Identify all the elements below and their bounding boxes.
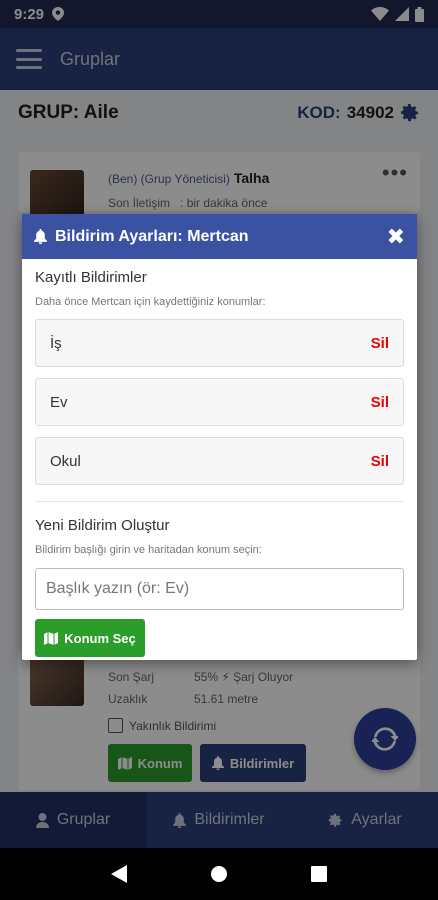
map-icon	[44, 631, 59, 645]
location-name: İş	[50, 334, 62, 352]
saved-location-item[interactable]: Ev Sil	[35, 378, 404, 426]
system-navigation-bar	[0, 848, 438, 900]
divider	[35, 501, 404, 502]
new-notification-subtitle: Bildirim başlığı girin ve haritadan konu…	[35, 544, 262, 556]
new-notification-title: Yeni Bildirim Oluştur	[35, 517, 170, 534]
delete-button[interactable]: Sil	[371, 394, 389, 411]
saved-location-item[interactable]: İş Sil	[35, 319, 404, 367]
dialog-header: Bildirim Ayarları: Mertcan ✖	[22, 214, 417, 259]
saved-notifications-subtitle: Daha önce Mertcan için kaydettiğiniz kon…	[35, 296, 266, 308]
title-input[interactable]	[35, 568, 404, 610]
home-icon[interactable]	[210, 865, 228, 883]
saved-notifications-title: Kayıtlı Bildirimler	[35, 269, 147, 286]
dialog-body: Kayıtlı Bildirimler Daha önce Mertcan iç…	[22, 269, 417, 657]
location-name: Okul	[50, 452, 81, 470]
notification-settings-dialog: Bildirim Ayarları: Mertcan ✖ Kayıtlı Bil…	[22, 214, 417, 660]
back-icon[interactable]	[111, 865, 128, 883]
select-location-button[interactable]: Konum Seç	[35, 619, 145, 657]
delete-button[interactable]: Sil	[371, 335, 389, 352]
delete-button[interactable]: Sil	[371, 453, 389, 470]
saved-locations-list: İş Sil Ev Sil Okul Sil	[35, 319, 404, 485]
close-icon[interactable]: ✖	[387, 225, 405, 248]
bell-icon	[34, 229, 47, 244]
saved-location-item[interactable]: Okul Sil	[35, 437, 404, 485]
recents-icon[interactable]	[310, 866, 327, 882]
dialog-title: Bildirim Ayarları: Mertcan	[55, 227, 249, 245]
location-name: Ev	[50, 393, 68, 411]
select-location-label: Konum Seç	[64, 630, 136, 646]
